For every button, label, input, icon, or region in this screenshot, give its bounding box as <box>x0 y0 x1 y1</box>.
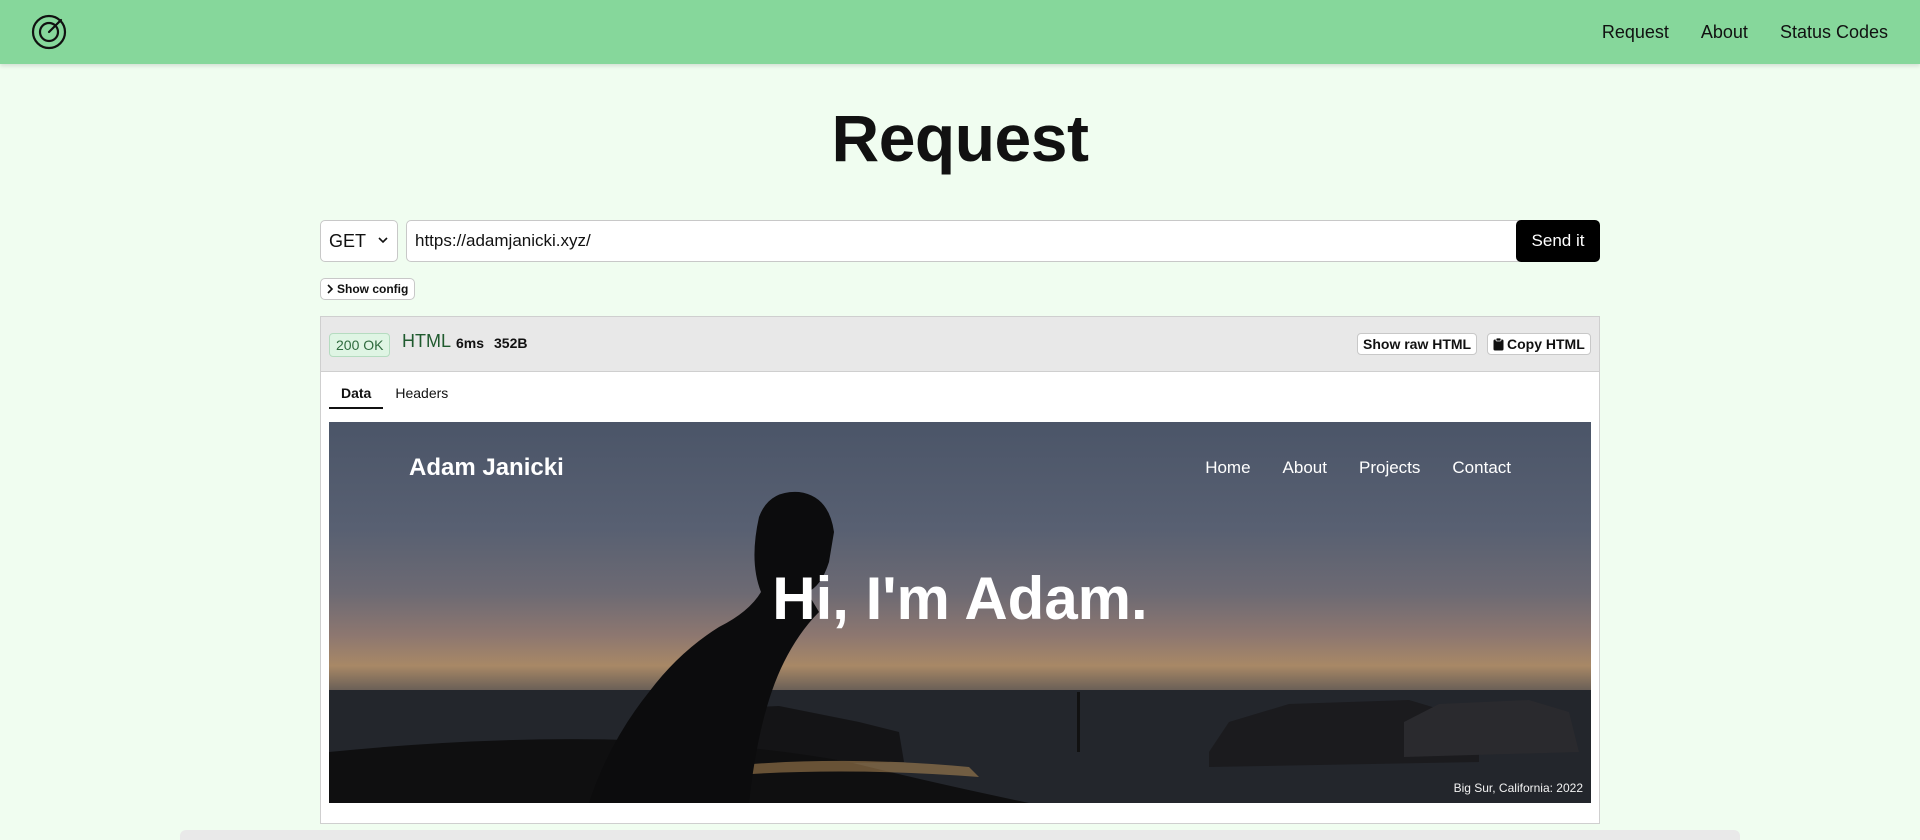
preview-site-name: Adam Janicki <box>409 454 564 481</box>
request-bar: GET Send it <box>320 220 1600 262</box>
show-raw-html-label: Show raw HTML <box>1363 336 1472 352</box>
html-preview: Adam Janicki Home About Projects Contact… <box>329 422 1591 803</box>
top-nav-links: Request About Status Codes <box>1602 0 1888 64</box>
response-panel: 200 OK HTML 6ms 352B Show raw HTML Copy … <box>320 316 1600 824</box>
logo-target-icon[interactable] <box>31 14 67 50</box>
preview-nav-about[interactable]: About <box>1283 458 1327 478</box>
status-badge: 200 OK <box>329 333 391 357</box>
copy-html-button[interactable]: Copy HTML <box>1487 333 1591 355</box>
method-select[interactable]: GET <box>320 220 398 262</box>
show-config-button[interactable]: Show config <box>320 278 416 300</box>
response-time: 6ms <box>456 335 485 351</box>
url-input[interactable] <box>406 220 1528 262</box>
method-value: GET <box>329 230 367 251</box>
preview-nav: Home About Projects Contact <box>1205 458 1511 478</box>
chevron-right-icon <box>327 284 334 294</box>
nav-about-link[interactable]: About <box>1701 22 1748 43</box>
chevron-down-icon <box>378 237 388 244</box>
tab-headers[interactable]: Headers <box>383 381 460 409</box>
nav-request-link[interactable]: Request <box>1602 22 1669 43</box>
preview-photo-caption: Big Sur, California: 2022 <box>1453 781 1583 795</box>
send-button[interactable]: Send it <box>1516 220 1600 262</box>
preview-nav-projects[interactable]: Projects <box>1359 458 1420 478</box>
show-config-label: Show config <box>337 282 409 296</box>
preview-nav-home[interactable]: Home <box>1205 458 1250 478</box>
top-navbar: Request About Status Codes <box>0 0 1920 64</box>
clipboard-icon <box>1493 337 1504 350</box>
response-header: 200 OK HTML 6ms 352B Show raw HTML Copy … <box>321 317 1599 372</box>
page-bottom-edge <box>180 830 1740 840</box>
preview-hero-heading: Hi, I'm Adam. <box>772 565 1148 632</box>
tab-data[interactable]: Data <box>329 381 384 409</box>
copy-html-label: Copy HTML <box>1507 336 1585 352</box>
preview-nav-contact[interactable]: Contact <box>1452 458 1511 478</box>
response-tabs: Data Headers <box>329 381 460 409</box>
response-size: 352B <box>494 335 528 351</box>
nav-status-codes-link[interactable]: Status Codes <box>1780 22 1888 43</box>
page-title: Request <box>831 101 1089 175</box>
show-raw-html-button[interactable]: Show raw HTML <box>1357 333 1478 355</box>
content-type-label: HTML <box>402 331 451 351</box>
